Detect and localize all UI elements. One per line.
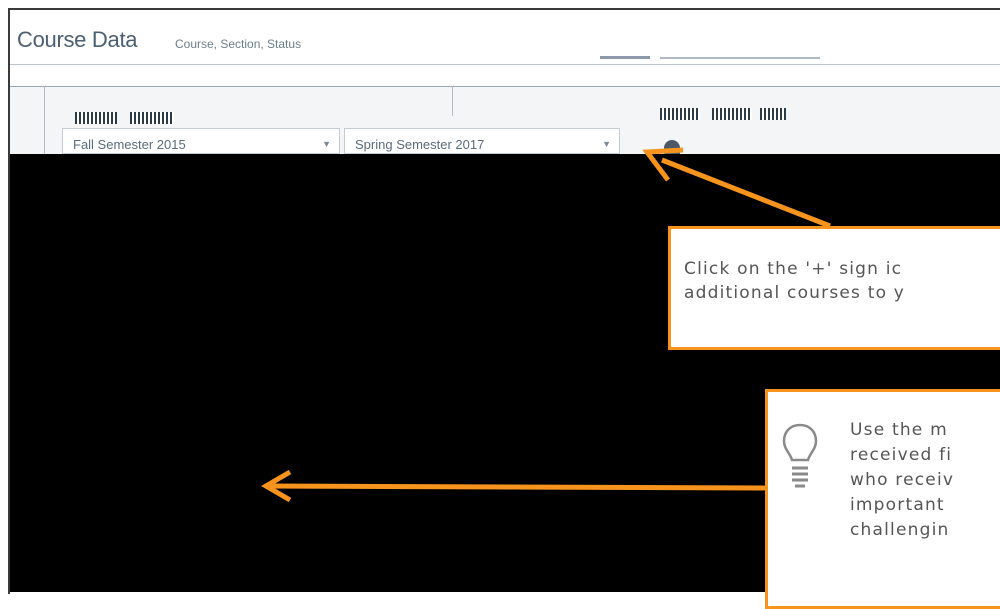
- tip-line: challengin: [850, 520, 950, 540]
- arrow-to-left: [267, 483, 767, 491]
- lightbulb-icon: [782, 423, 818, 488]
- tip-line: Use the m: [850, 420, 948, 440]
- callout-line: additional courses to y: [684, 283, 906, 303]
- tip-line: who receiv: [850, 470, 955, 490]
- tip-line: important: [850, 495, 945, 515]
- arrow-to-add-icon: [661, 157, 831, 229]
- add-course-callout: Click on the '+' sign ic additional cour…: [668, 226, 1000, 350]
- callout-line: Click on the '+' sign ic: [684, 259, 903, 279]
- tip-line: received fi: [850, 445, 953, 465]
